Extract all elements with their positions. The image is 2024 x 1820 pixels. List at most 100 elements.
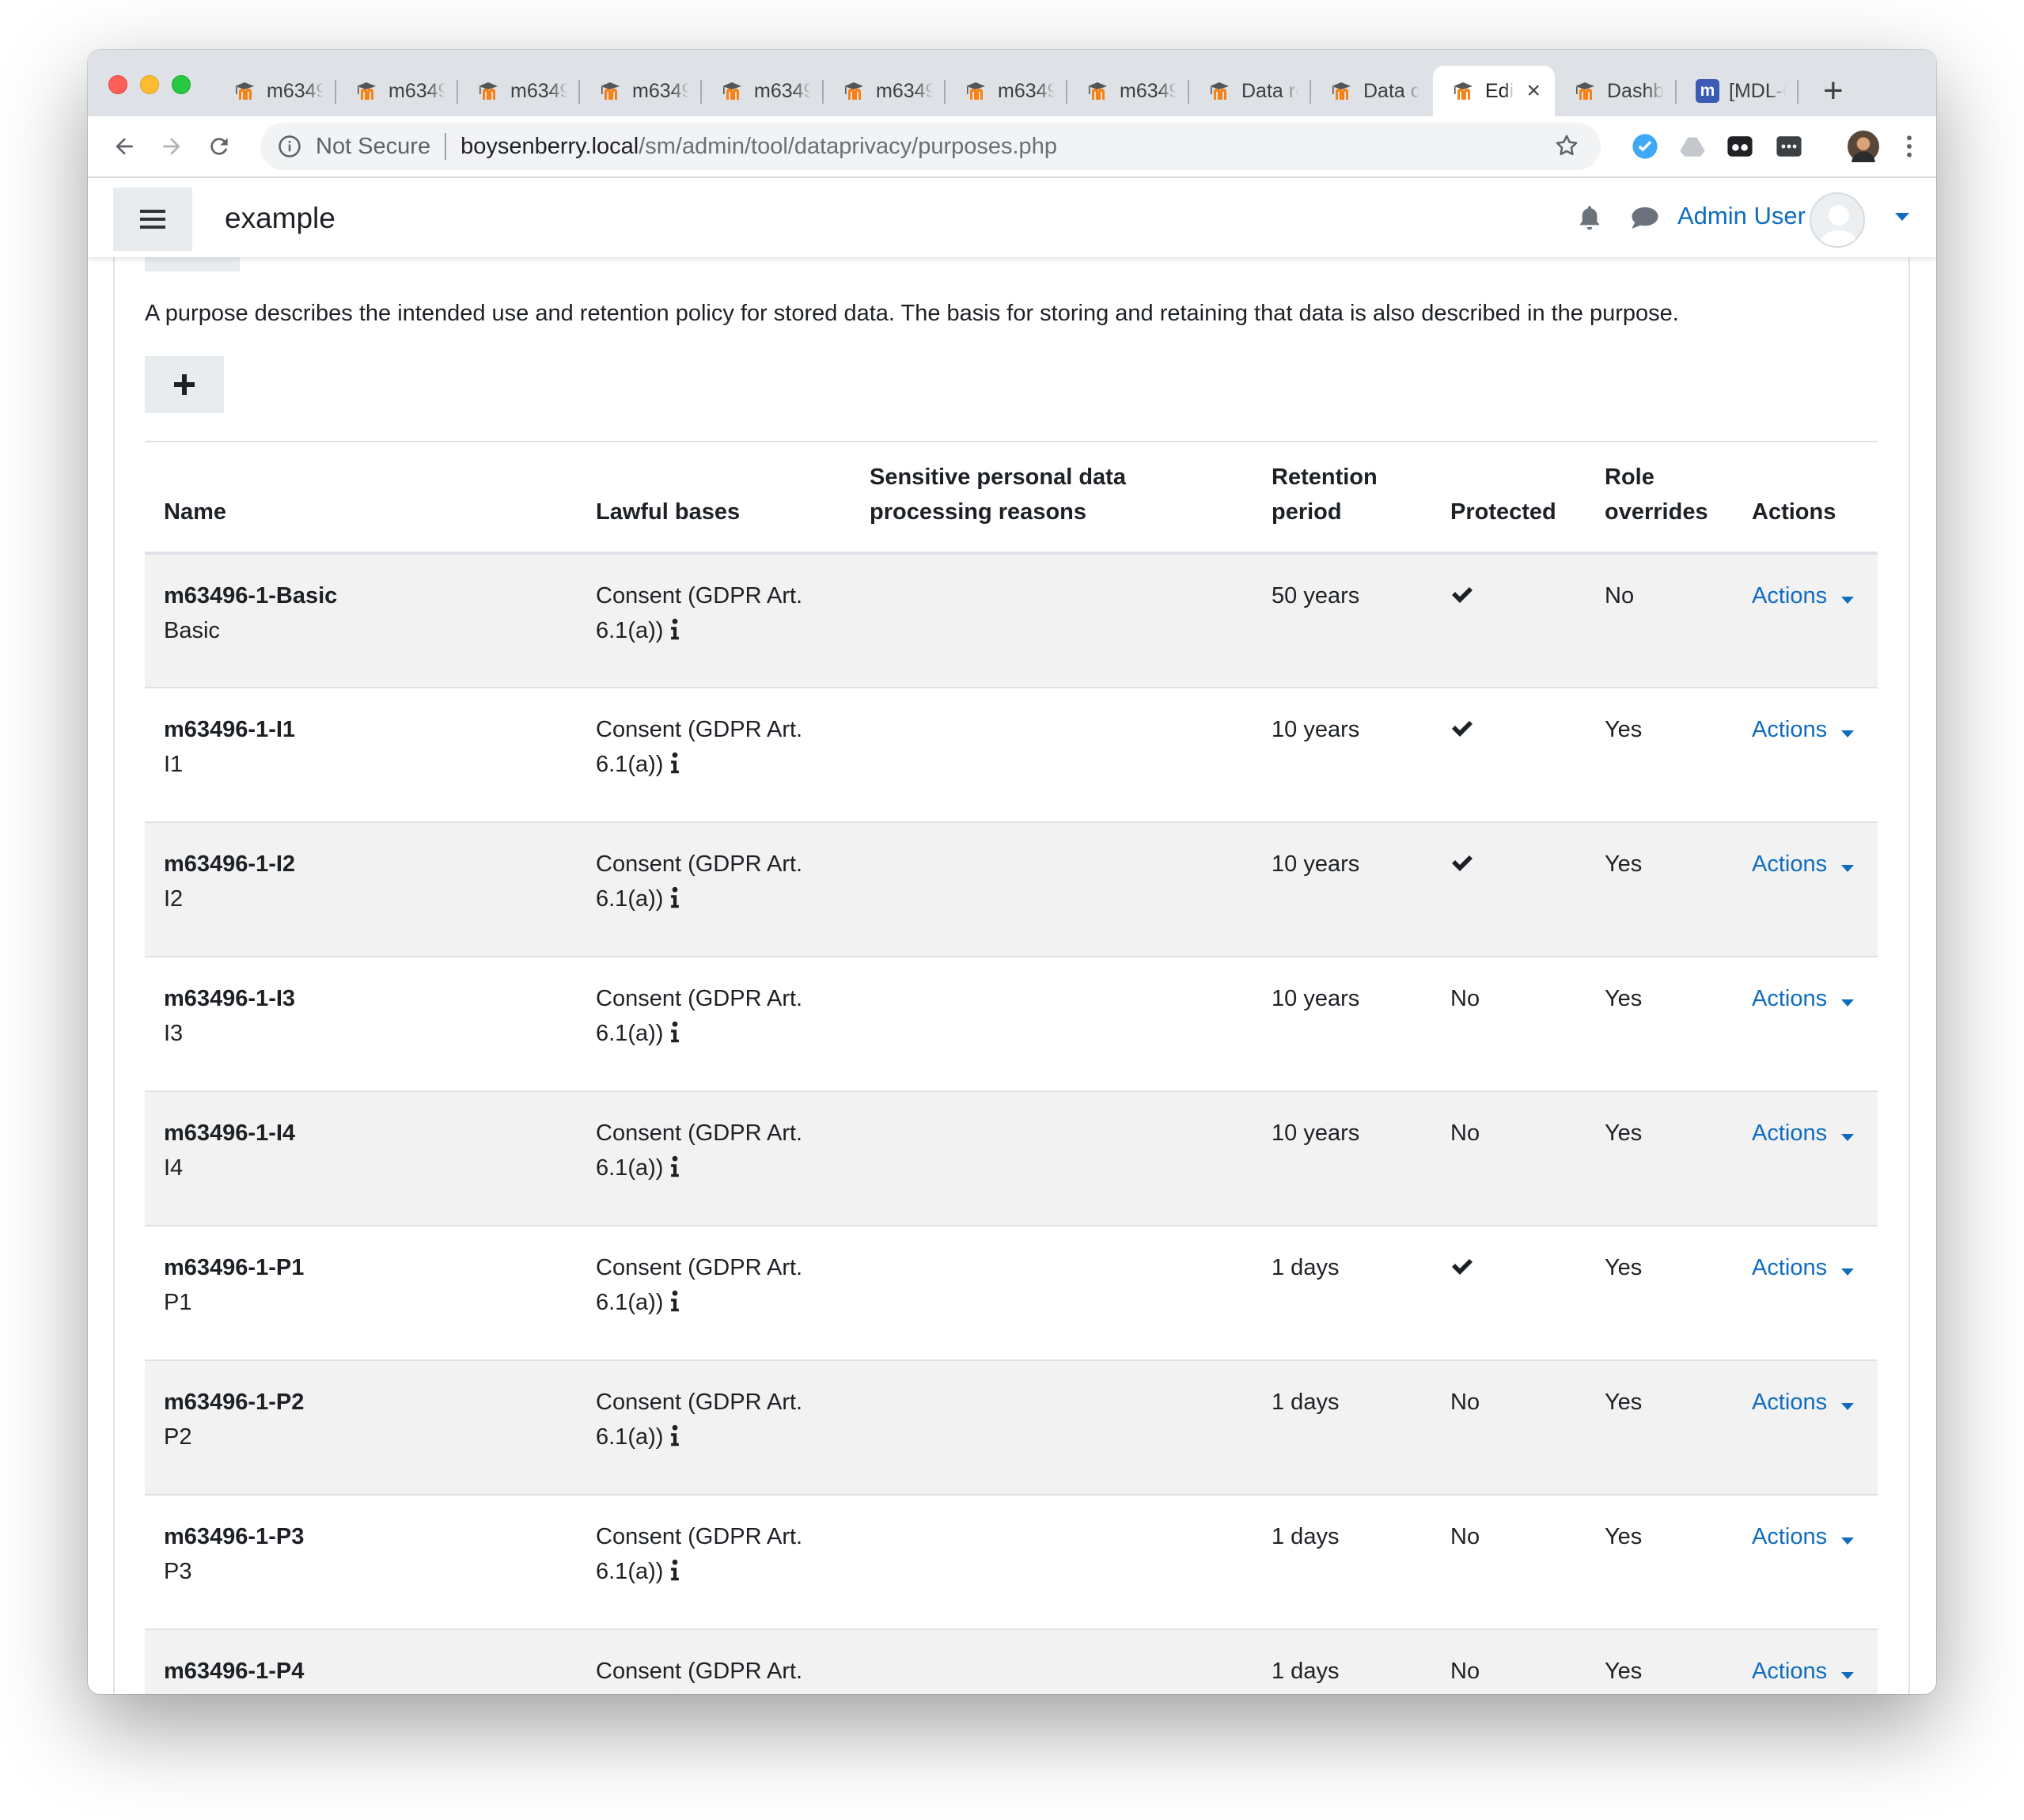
protected-cell — [1431, 687, 1586, 822]
actions-menu-link[interactable]: Actions — [1752, 1120, 1855, 1146]
browser-tab[interactable]: m63496 — [1067, 66, 1189, 116]
actions-menu-link[interactable]: Actions — [1752, 1659, 1855, 1684]
actions-menu-link[interactable]: Actions — [1752, 1255, 1855, 1280]
info-icon[interactable] — [669, 1155, 680, 1177]
moodle-icon — [1210, 82, 1229, 100]
retention-period-cell: 1 days — [1253, 1629, 1431, 1694]
back-button[interactable] — [108, 131, 140, 162]
address-bar[interactable]: Not Secure boysenberry.local/sm/admin/to… — [260, 123, 1601, 170]
moodle-icon — [235, 82, 254, 100]
browser-tab[interactable]: m [MDL-63496] — [1677, 66, 1798, 116]
browser-tab[interactable]: Dashboard — [1555, 66, 1677, 116]
purpose-name-cell: m63496-1-I4 I4 — [145, 1090, 577, 1226]
browser-tab[interactable]: m63496 — [824, 66, 946, 116]
actions-label: Actions — [1752, 1524, 1828, 1549]
protected-cell — [1431, 821, 1586, 957]
browser-tab[interactable]: m63496 — [336, 66, 458, 116]
omnibox-divider — [445, 133, 447, 160]
maximize-window-button[interactable] — [172, 75, 191, 94]
actions-menu-link[interactable]: Actions — [1752, 583, 1855, 609]
caret-down-icon — [1841, 1538, 1855, 1545]
table-row: m63496-1-P3 P3 Consent (GDPR Art. 6.1(a)) 1… — [145, 1494, 1878, 1629]
actions-menu-link[interactable]: Actions — [1752, 1390, 1855, 1415]
browser-tab[interactable]: m63496 — [458, 66, 580, 116]
table-row: m63496-1-I1 I1 Consent (GDPR Art. 6.1(a)) 1… — [145, 687, 1878, 822]
minimize-window-button[interactable] — [140, 75, 159, 94]
lawful-bases-cell: Consent (GDPR Art. 6.1(a)) — [577, 1090, 851, 1226]
purpose-description: I4 — [164, 1155, 184, 1181]
forward-arrow-icon — [163, 138, 180, 155]
tab-label: [MDL-63496] — [1729, 79, 1786, 102]
lawful-basis-text: Consent (GDPR Art. 6.1(a)) — [596, 583, 803, 643]
column-header-name: Name — [145, 442, 577, 555]
moodle-icon — [1088, 82, 1107, 100]
column-header-retention: Retention period — [1253, 442, 1431, 555]
bookmark-star-icon[interactable] — [1553, 132, 1580, 159]
browser-menu-icon[interactable] — [1895, 132, 1924, 161]
new-tab-button[interactable]: + — [1823, 74, 1844, 108]
column-header-protected: Protected — [1431, 442, 1586, 555]
info-icon[interactable] — [669, 886, 680, 908]
close-window-button[interactable] — [108, 75, 127, 94]
info-icon[interactable] — [669, 1021, 680, 1043]
browser-tab[interactable]: Edit purposes × — [1433, 66, 1555, 116]
user-menu-caret-icon[interactable] — [1895, 213, 1909, 221]
tab-label: Edit purposes — [1485, 79, 1514, 102]
lawful-bases-cell: Consent (GDPR Art. 6.1(a)) — [577, 687, 851, 822]
info-icon[interactable] — [669, 1290, 680, 1312]
browser-tab[interactable]: Data categories — [1311, 66, 1433, 116]
scrolled-off-button[interactable] — [145, 257, 240, 271]
user-avatar[interactable] — [1810, 192, 1865, 248]
role-overrides-cell: Yes — [1586, 687, 1733, 822]
protected-text: No — [1450, 1390, 1480, 1415]
extension-blue-icon[interactable] — [1631, 132, 1659, 161]
role-overrides-cell: Yes — [1586, 1225, 1733, 1360]
tab-label: m63496 — [510, 79, 567, 102]
messages-chat-icon[interactable] — [1631, 205, 1659, 230]
add-purpose-button[interactable] — [145, 356, 224, 413]
column-header-role-overrides: Role overrides — [1586, 442, 1733, 555]
actions-label: Actions — [1752, 986, 1828, 1011]
lawful-bases-cell: Consent (GDPR Art. 6.1(a)) — [577, 1359, 851, 1495]
actions-menu-link[interactable]: Actions — [1752, 986, 1855, 1011]
actions-menu-link[interactable]: Actions — [1752, 851, 1855, 877]
browser-tab[interactable]: m63496 — [702, 66, 824, 116]
purpose-name: m63496-1-P3 — [164, 1524, 305, 1549]
nav-drawer-toggle[interactable] — [113, 188, 192, 251]
purpose-name-cell: m63496-1-Basic Basic — [145, 552, 577, 688]
lawful-bases-cell: Consent (GDPR Art. 6.1(a)) — [577, 1494, 851, 1629]
info-circle-icon[interactable] — [278, 135, 301, 158]
check-icon — [1452, 587, 1473, 603]
site-name[interactable]: example — [225, 202, 335, 235]
browser-tab[interactable]: m63496 — [946, 66, 1067, 116]
actions-label: Actions — [1752, 1255, 1828, 1280]
extension-dots-icon[interactable] — [1775, 132, 1803, 161]
actions-menu-link[interactable]: Actions — [1752, 717, 1855, 742]
info-icon[interactable] — [669, 1693, 680, 1694]
browser-tab[interactable]: m63496 — [214, 66, 336, 116]
info-icon[interactable] — [669, 618, 680, 640]
reload-button[interactable] — [203, 131, 235, 162]
cloud-drive-icon[interactable] — [1678, 132, 1707, 161]
tab-label: Dashboard — [1607, 79, 1664, 102]
profile-avatar-icon[interactable] — [1848, 131, 1879, 162]
user-menu-name[interactable]: Admin User — [1677, 202, 1806, 230]
protected-text: No — [1450, 986, 1480, 1011]
caret-down-icon — [1841, 999, 1855, 1007]
info-icon[interactable] — [669, 752, 680, 774]
close-tab-icon[interactable]: × — [1526, 79, 1541, 103]
notification-bell-icon[interactable] — [1577, 203, 1602, 232]
actions-menu-link[interactable]: Actions — [1752, 1524, 1855, 1549]
extension-mask-icon[interactable] — [1726, 132, 1754, 161]
browser-tab[interactable]: Data registry — [1189, 66, 1311, 116]
tab-label: m63496 — [389, 79, 445, 102]
protected-text: No — [1450, 1120, 1480, 1146]
forward-button[interactable] — [156, 131, 188, 162]
content-left-border — [113, 257, 115, 1694]
actions-label: Actions — [1752, 851, 1828, 877]
browser-tab[interactable]: m63496 — [580, 66, 702, 116]
purpose-name: m63496-1-P1 — [164, 1255, 305, 1280]
info-icon[interactable] — [669, 1559, 680, 1581]
info-icon[interactable] — [669, 1424, 680, 1447]
tab-label: m63496 — [876, 79, 933, 102]
